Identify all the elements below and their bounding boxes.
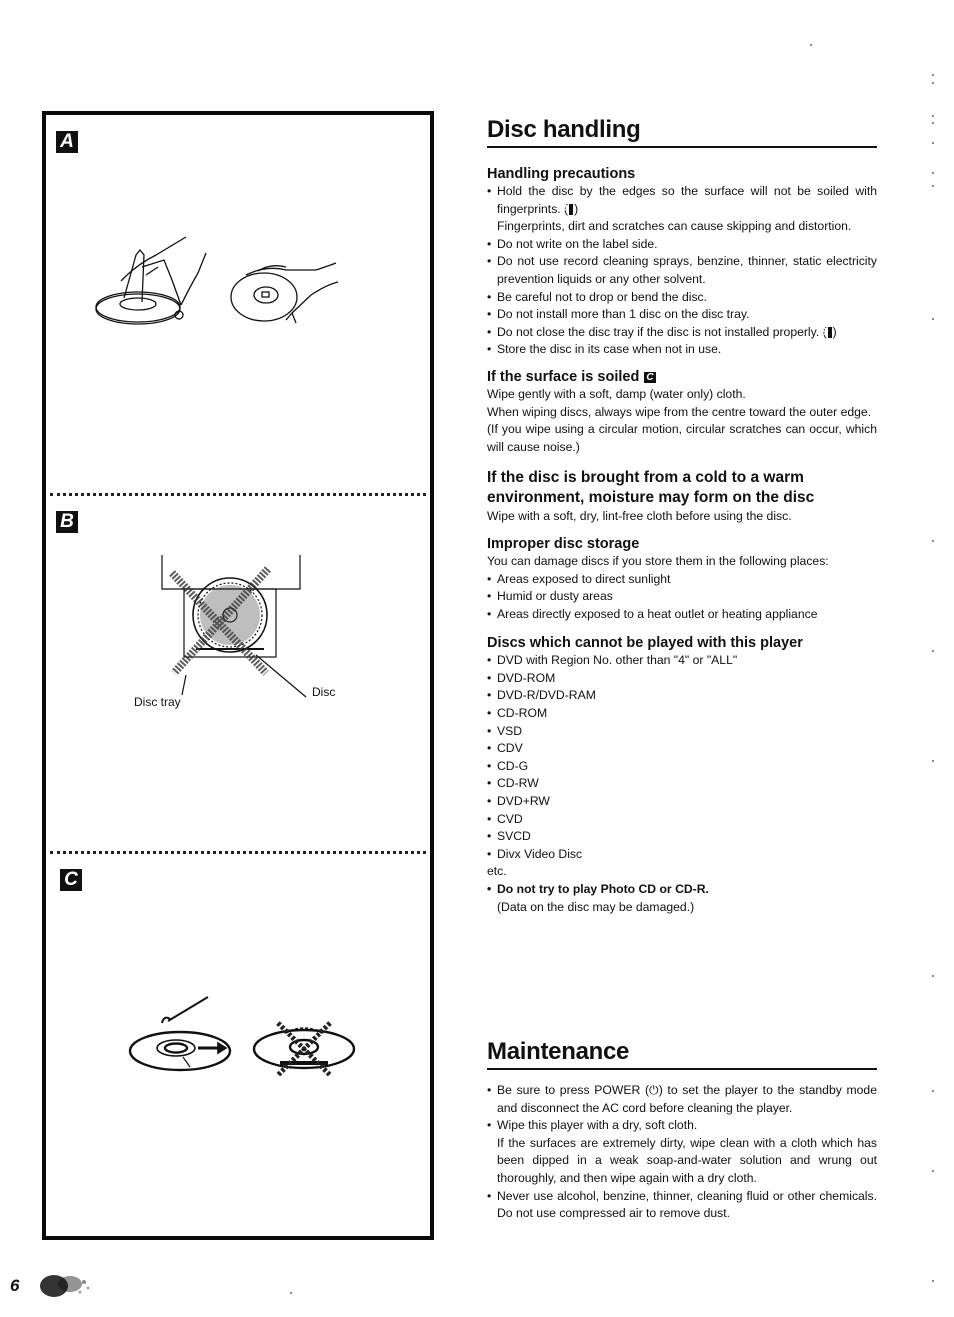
list-item: Areas directly exposed to a heat outlet … xyxy=(487,606,877,624)
list-item: Wipe this player with a dry, soft cloth. xyxy=(487,1117,877,1135)
subheading-surface-soiled: If the surface is soiled C xyxy=(487,368,656,385)
unplayable-discs: Discs which cannot be played with this p… xyxy=(487,635,877,916)
scan-speck xyxy=(290,1292,292,1294)
surface-soiled: If the surface is soiled C Wipe gently w… xyxy=(487,369,877,456)
list-item: CD-RW xyxy=(487,775,877,793)
subheading-handling-precautions: Handling precautions xyxy=(487,166,636,182)
scan-speck xyxy=(932,115,934,117)
figure-c-illustration xyxy=(128,996,356,1077)
subheading-unplayable-discs: Discs which cannot be played with this p… xyxy=(487,635,803,652)
scan-speck xyxy=(932,82,934,84)
list-item-note: Fingerprints, dirt and scratches can cau… xyxy=(497,219,852,234)
scan-speck xyxy=(932,1090,934,1092)
improper-storage: Improper disc storage You can damage dis… xyxy=(487,536,877,623)
list-item: VSD xyxy=(487,723,877,741)
scan-speck xyxy=(932,540,934,542)
scan-speck xyxy=(932,185,934,187)
scan-speck xyxy=(932,142,934,144)
scan-speck xyxy=(932,318,934,320)
handling-precautions: Handling precautions Hold the disc by th… xyxy=(487,166,877,359)
section-title-maintenance: Maintenance xyxy=(487,1038,877,1070)
list-item: CD-G xyxy=(487,758,877,776)
scan-speck xyxy=(932,650,934,652)
warning-note: (Data on the disc may be damaged.) xyxy=(497,899,695,914)
paragraph: You can damage discs if you store them i… xyxy=(487,553,829,568)
subheading-improper-storage: Improper disc storage xyxy=(487,535,640,552)
paragraph: When wiping discs, always wipe from the … xyxy=(487,404,872,419)
figure-ref-b: B xyxy=(820,326,832,338)
paragraph: Wipe gently with a soft, damp (water onl… xyxy=(487,386,746,401)
figure-a-illustration xyxy=(95,236,339,325)
list-item-note: If the surfaces are extremely dirty, wip… xyxy=(497,1135,877,1185)
list-item: Be sure to press POWER (⏻) to set the pl… xyxy=(487,1082,877,1117)
list-item: Do not write on the label side. xyxy=(487,236,877,254)
list-item: DVD+RW xyxy=(487,793,877,811)
list-item: Humid or dusty areas xyxy=(487,588,877,606)
maintenance-section: Maintenance Be sure to press POWER (⏻) t… xyxy=(487,1038,877,1223)
scan-speck xyxy=(932,760,934,762)
moisture: If the disc is brought from a cold to a … xyxy=(487,468,877,526)
maintenance-list: Be sure to press POWER (⏻) to set the pl… xyxy=(487,1082,877,1223)
list-item: CDV xyxy=(487,740,877,758)
list-item: Do not close the disc tray if the disc i… xyxy=(487,324,877,342)
figure-a-badge: A xyxy=(56,131,78,153)
list-item: Areas exposed to direct sunlight xyxy=(487,571,877,589)
figure-ref-c: C xyxy=(644,371,656,383)
figure-b-illustration xyxy=(161,555,307,698)
figure-ref-a: A xyxy=(561,203,574,215)
subheading-moisture: If the disc is brought from a cold to a … xyxy=(487,469,815,507)
scan-speck xyxy=(932,1280,934,1282)
figure-panel: A B Disc tray Disc C xyxy=(42,111,434,1240)
scan-speck xyxy=(932,74,934,76)
list-item: CVD xyxy=(487,811,877,829)
paragraph: Wipe with a soft, dry, lint-free cloth b… xyxy=(487,509,792,524)
disc-handling-section: Disc handling Handling precautions Hold … xyxy=(487,116,877,916)
list-item: Hold the disc by the edges so the surfac… xyxy=(487,183,877,218)
scan-speck xyxy=(932,122,934,124)
panel-divider xyxy=(50,851,426,854)
scan-smudge xyxy=(40,1275,90,1297)
disc-label: Disc xyxy=(312,685,336,699)
list-item: Never use alcohol, benzine, thinner, cle… xyxy=(487,1188,877,1223)
scan-speck xyxy=(932,975,934,977)
etc-text: etc. xyxy=(487,864,507,879)
disc-icon xyxy=(95,291,181,323)
section-title-disc-handling: Disc handling xyxy=(487,116,877,148)
figure-b-badge: B xyxy=(56,511,78,533)
list-item: DVD-R/DVD-RAM xyxy=(487,687,877,705)
list-item: CD-ROM xyxy=(487,705,877,723)
list-item: Be careful not to drop or bend the disc. xyxy=(487,289,877,307)
list-item: Divx Video Disc xyxy=(487,846,877,864)
page-number: 6 xyxy=(10,1276,20,1295)
list-item: Do not install more than 1 disc on the d… xyxy=(487,306,877,324)
paragraph: (If you wipe using a circular motion, ci… xyxy=(487,422,877,454)
disc-tray-label: Disc tray xyxy=(134,695,181,709)
figure-c-badge: C xyxy=(60,869,82,891)
scan-speck xyxy=(810,44,812,46)
warning-item: Do not try to play Photo CD or CD-R. xyxy=(487,881,877,899)
arrow-right-icon xyxy=(217,1041,228,1055)
list-item: DVD-ROM xyxy=(487,670,877,688)
list-item: DVD with Region No. other than "4" or "A… xyxy=(487,652,877,670)
scan-speck xyxy=(932,1170,934,1172)
list-item: Store the disc in its case when not in u… xyxy=(487,341,877,359)
scan-speck xyxy=(932,172,934,174)
panel-divider xyxy=(50,493,426,496)
list-item: Do not use record cleaning sprays, benzi… xyxy=(487,253,877,288)
list-item: SVCD xyxy=(487,828,877,846)
